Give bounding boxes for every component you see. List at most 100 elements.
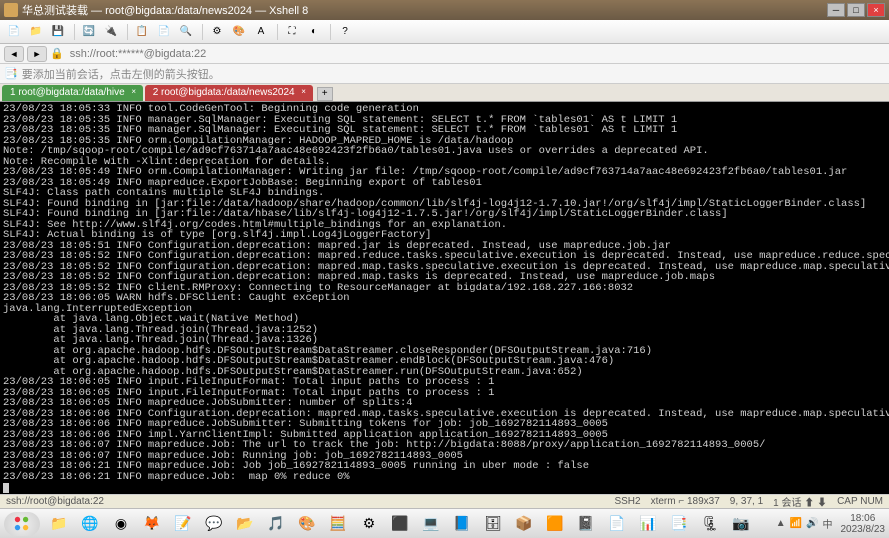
taskbar-app-notion[interactable]: 📓 <box>571 511 601 537</box>
taskbar-app-explorer[interactable]: 📁 <box>44 511 74 537</box>
terminal-line: at java.lang.Thread.join(Thread.java:132… <box>3 335 886 346</box>
taskbar-app-music[interactable]: 🎵 <box>261 511 291 537</box>
taskbar-app-paint[interactable]: 🎨 <box>292 511 322 537</box>
taskbar-app-firefox[interactable]: 🦊 <box>137 511 167 537</box>
save-button[interactable]: 💾 <box>48 23 68 41</box>
separator <box>330 24 331 40</box>
taskbar-app-notes[interactable]: 📝 <box>168 511 198 537</box>
terminal-line: SLF4J: Found binding in [jar:file:/data/… <box>3 209 886 220</box>
terminal-line: 23/08/23 18:06:05 WARN hdfs.DFSClient: C… <box>3 293 886 304</box>
tab-session-2[interactable]: 2 root@bigdata:/data/news2024 × <box>145 85 313 101</box>
terminal-line: 23/08/23 18:06:07 INFO mapreduce.Job: Th… <box>3 440 886 451</box>
separator <box>127 24 128 40</box>
terminal-output[interactable]: 23/08/23 18:05:33 INFO tool.CodeGenTool:… <box>0 102 889 494</box>
url-text[interactable]: ssh://root:******@bigdata:22 <box>70 48 207 60</box>
tab-close-icon[interactable]: × <box>129 87 139 97</box>
terminal-line: 23/08/23 18:05:33 INFO tool.CodeGenTool:… <box>3 104 886 115</box>
taskbar-app-ppt[interactable]: 📑 <box>664 511 694 537</box>
start-button[interactable] <box>4 512 40 536</box>
taskbar-app-ie[interactable]: 🌐 <box>75 511 105 537</box>
hint-bar: 📑 要添加当前会话，点击左侧的箭头按钮。 <box>0 64 889 84</box>
forward-button[interactable]: ► <box>27 46 47 62</box>
tray-arrow-icon[interactable]: ▲ <box>776 518 786 529</box>
transparency-button[interactable]: ◐ <box>304 23 324 41</box>
taskbar-app-idea[interactable]: 🟧 <box>540 511 570 537</box>
separator <box>74 24 75 40</box>
tab-label: 2 root@bigdata:/data/news2024 <box>153 87 295 98</box>
status-position: 9, 37, 1 <box>730 496 763 507</box>
color-button[interactable]: 🎨 <box>229 23 249 41</box>
help-button[interactable]: ? <box>335 23 355 41</box>
maximize-button[interactable]: □ <box>847 3 865 17</box>
terminal-line: 23/08/23 18:06:06 INFO mapreduce.JobSubm… <box>3 419 886 430</box>
terminal-line: 23/08/23 18:05:49 INFO orm.CompilationMa… <box>3 167 886 178</box>
taskbar-app-terminal[interactable]: ⬛ <box>385 511 415 537</box>
lock-icon: 🔒 <box>50 47 64 60</box>
taskbar-app-chat[interactable]: 💬 <box>199 511 229 537</box>
tray-sound-icon[interactable]: 🔊 <box>806 518 818 529</box>
terminal-line: SLF4J: Class path contains multiple SLF4… <box>3 188 886 199</box>
clock-date: 2023/8/23 <box>841 524 886 535</box>
taskbar-app-db[interactable]: 🗄 <box>478 511 508 537</box>
tab-label: 1 root@bigdata:/data/hive <box>10 87 125 98</box>
properties-button[interactable]: ⚙ <box>207 23 227 41</box>
windows-icon <box>13 515 31 533</box>
terminal-line: 23/08/23 18:06:21 INFO mapreduce.Job: Jo… <box>3 461 886 472</box>
paste-button[interactable]: 📄 <box>154 23 174 41</box>
taskbar-app-folder[interactable]: 📂 <box>230 511 260 537</box>
window-titlebar: 华总测试装载 — root@bigdata:/data/news2024 — X… <box>0 0 889 20</box>
terminal-line: SLF4J: Actual binding is of type [org.sl… <box>3 230 886 241</box>
address-bar: ◄ ► 🔒 ssh://root:******@bigdata:22 <box>0 44 889 64</box>
fullscreen-button[interactable]: ⛶ <box>282 23 302 41</box>
terminal-line: 23/08/23 18:05:52 INFO Configuration.dep… <box>3 251 886 262</box>
disconnect-button[interactable]: 🔌 <box>101 23 121 41</box>
taskbar-clock[interactable]: 18:06 2023/8/23 <box>841 513 886 535</box>
bookmark-icon[interactable]: 📑 <box>4 67 18 80</box>
terminal-line: Note: /tmp/sqoop-root/compile/ad9cf76371… <box>3 146 886 157</box>
taskbar-app-camera[interactable]: 📷 <box>726 511 756 537</box>
tray-network-icon[interactable]: 📶 <box>790 518 802 529</box>
taskbar-app-settings[interactable]: ⚙ <box>354 511 384 537</box>
reconnect-button[interactable]: 🔄 <box>79 23 99 41</box>
terminal-line: 23/08/23 18:06:05 INFO input.FileInputFo… <box>3 377 886 388</box>
status-caps: CAP NUM <box>837 496 883 507</box>
status-sessions: 1 会话 ⬆ ⬇ <box>773 494 827 509</box>
tab-add-button[interactable]: + <box>317 87 333 101</box>
clock-time: 18:06 <box>841 513 886 524</box>
close-button[interactable]: × <box>867 3 885 17</box>
tray-lang-icon[interactable]: 中 <box>823 516 833 531</box>
terminal-line: 23/08/23 18:06:21 INFO mapreduce.Job: ma… <box>3 472 886 483</box>
system-tray: ▲ 📶 🔊 中 18:06 2023/8/23 <box>772 513 885 535</box>
window-title: 华总测试装载 — root@bigdata:/data/news2024 — X… <box>22 2 825 18</box>
terminal-cursor <box>3 483 9 493</box>
main-toolbar: 📄 📁 💾 🔄 🔌 📋 📄 🔍 ⚙ 🎨 A ⛶ ◐ ? <box>0 20 889 44</box>
terminal-line: 23/08/23 18:06:05 INFO mapreduce.JobSubm… <box>3 398 886 409</box>
app-icon <box>4 3 18 17</box>
open-button[interactable]: 📁 <box>26 23 46 41</box>
hint-text: 要添加当前会话，点击左侧的箭头按钮。 <box>22 66 220 82</box>
separator <box>202 24 203 40</box>
back-button[interactable]: ◄ <box>4 46 24 62</box>
taskbar-app-xshell[interactable]: 💻 <box>416 511 446 537</box>
find-button[interactable]: 🔍 <box>176 23 196 41</box>
session-tabs: 1 root@bigdata:/data/hive × 2 root@bigda… <box>0 84 889 102</box>
taskbar-app-vscode[interactable]: 📘 <box>447 511 477 537</box>
terminal-line: at java.lang.Object.wait(Native Method) <box>3 314 886 325</box>
tab-session-1[interactable]: 1 root@bigdata:/data/hive × <box>2 85 143 101</box>
taskbar-app-excel[interactable]: 📊 <box>633 511 663 537</box>
status-connection: ssh://root@bigdata:22 <box>6 496 604 507</box>
taskbar-app-zip[interactable]: 🗜 <box>695 511 725 537</box>
font-button[interactable]: A <box>251 23 271 41</box>
status-bar: ssh://root@bigdata:22 SSH2 xterm ⌐ 189x3… <box>0 494 889 508</box>
status-encoding: xterm ⌐ 189x37 <box>651 496 720 507</box>
taskbar-app-vm[interactable]: 📦 <box>509 511 539 537</box>
copy-button[interactable]: 📋 <box>132 23 152 41</box>
new-session-button[interactable]: 📄 <box>4 23 24 41</box>
taskbar-app-calc[interactable]: 🧮 <box>323 511 353 537</box>
tab-close-icon[interactable]: × <box>299 87 309 97</box>
terminal-line: 23/08/23 18:05:35 INFO manager.SqlManage… <box>3 125 886 136</box>
taskbar-app-chrome[interactable]: ◉ <box>106 511 136 537</box>
minimize-button[interactable]: ─ <box>827 3 845 17</box>
taskbar-app-docs[interactable]: 📄 <box>602 511 632 537</box>
separator <box>277 24 278 40</box>
